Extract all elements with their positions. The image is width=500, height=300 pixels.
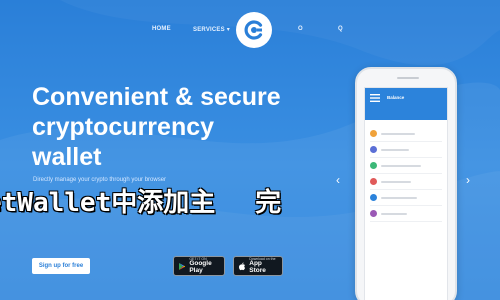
google-play-label: GET IT ON Google Play (189, 257, 219, 275)
list-item (370, 142, 442, 158)
brand-logo[interactable] (236, 12, 272, 48)
list-item (370, 158, 442, 174)
screen-header: Balance (365, 88, 447, 120)
nav-services-link[interactable]: SERVICES ▾ (193, 26, 230, 33)
overlay-caption-trailing: 完 (255, 188, 282, 218)
overlay-caption-text: etWallet中添加主 (0, 188, 216, 218)
list-item (370, 126, 442, 142)
hero-title-line-1: Convenient & secure (32, 83, 281, 111)
app-store-button[interactable]: Download on the App Store (233, 256, 283, 276)
hero-title-line-3: wallet (32, 143, 102, 171)
c-logo-icon (244, 20, 263, 40)
nav-link-right-2[interactable]: Q (338, 26, 343, 32)
apple-icon (239, 261, 246, 270)
hero-title-line-2: cryptocurrency (32, 113, 215, 141)
app-store-big-text: App Store (249, 260, 266, 274)
nav-link-right-1[interactable]: O (298, 26, 303, 32)
nav-home-link[interactable]: HOME (152, 26, 171, 32)
google-play-big-text: Google Play (189, 260, 212, 274)
menu-icon (370, 94, 380, 102)
screen-title: Balance (387, 95, 405, 100)
nav-services-label: SERVICES (193, 27, 225, 33)
google-play-button[interactable]: GET IT ON Google Play (173, 256, 225, 276)
app-store-label: Download on the App Store (249, 257, 277, 275)
google-play-icon (179, 262, 186, 270)
hero-title: Convenient & secure cryptocurrency walle… (32, 82, 332, 172)
signup-button[interactable]: Sign up for free (32, 258, 90, 274)
phone-speaker (397, 77, 419, 79)
overlay-caption: etWallet中添加主 完 (0, 182, 500, 222)
